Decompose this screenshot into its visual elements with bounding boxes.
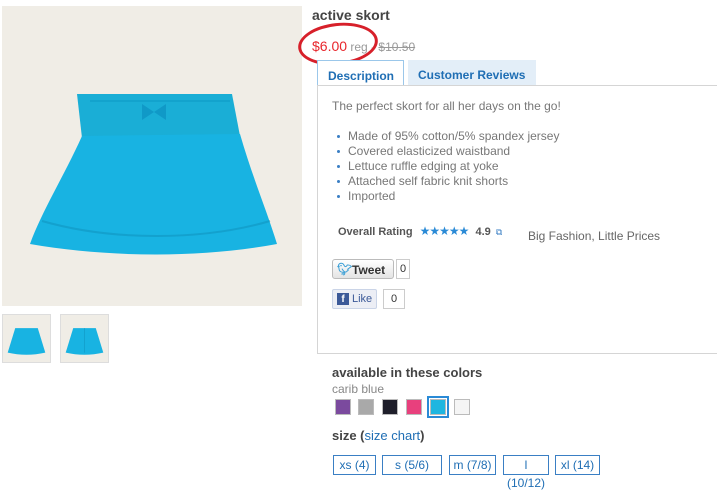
description-text: The perfect skort for all her days on th… xyxy=(332,99,561,113)
rating-stars: ★★★★★ xyxy=(419,224,470,238)
size-option-button[interactable]: xl (14) xyxy=(555,455,600,475)
list-item: Lettuce ruffle edging at yoke xyxy=(336,159,559,174)
size-chart-link[interactable]: size chart xyxy=(365,428,421,443)
overall-rating: Overall Rating ★★★★★ 4.9 ⧉ xyxy=(338,224,502,238)
color-swatch-purple[interactable] xyxy=(335,399,351,415)
product-title: active skort xyxy=(312,7,390,23)
size-option-button[interactable]: m (7/8) xyxy=(449,455,496,475)
reg-price: $10.50 xyxy=(378,40,416,54)
facebook-like-button[interactable]: f Like xyxy=(332,289,377,309)
product-image xyxy=(2,6,302,306)
like-label: Like xyxy=(352,293,373,305)
list-item: Imported xyxy=(336,189,559,204)
color-swatch-pink[interactable] xyxy=(406,399,422,415)
thumbnail-front[interactable] xyxy=(2,314,51,363)
facebook-icon: f xyxy=(337,293,349,305)
size-option-button[interactable]: s (5/6) xyxy=(382,455,442,475)
twitter-bird-icon: 🐦︎ xyxy=(337,262,353,276)
tab-customer-reviews[interactable]: Customer Reviews xyxy=(408,60,536,86)
like-count: 0 xyxy=(383,289,405,309)
rating-value: 4.9 xyxy=(475,226,491,238)
thumbnail-back[interactable] xyxy=(60,314,109,363)
list-item: Covered elasticized waistband xyxy=(336,144,559,159)
size-heading-end: ) xyxy=(420,428,425,443)
colors-heading: available in these colors xyxy=(332,365,483,380)
size-option-button[interactable]: xs (4) xyxy=(333,455,376,475)
brand-tagline: Big Fashion, Little Prices xyxy=(528,229,661,243)
color-swatch-white[interactable] xyxy=(454,399,470,415)
selected-color-name: carib blue xyxy=(332,382,385,396)
tweet-button[interactable]: 🐦︎ Tweet xyxy=(332,259,394,279)
color-swatch-carib-blue[interactable] xyxy=(427,396,449,418)
rating-label: Overall Rating xyxy=(338,226,413,238)
color-swatch-black[interactable] xyxy=(382,399,398,415)
tweet-label: Tweet xyxy=(352,263,386,277)
size-heading: size (size chart) xyxy=(332,428,425,443)
tab-description[interactable]: Description xyxy=(317,60,404,86)
description-panel xyxy=(317,85,717,354)
list-item: Made of 95% cotton/5% spandex jersey xyxy=(336,129,559,144)
tweet-count: 0 xyxy=(396,259,410,279)
size-label: size ( xyxy=(332,428,365,443)
color-swatch-gray[interactable] xyxy=(358,399,374,415)
feature-list: Made of 95% cotton/5% spandex jersey Cov… xyxy=(336,129,559,204)
external-link-icon[interactable]: ⧉ xyxy=(496,227,502,237)
list-item: Attached self fabric knit shorts xyxy=(336,174,559,189)
size-option-button[interactable]: l (10/12) xyxy=(503,455,549,490)
